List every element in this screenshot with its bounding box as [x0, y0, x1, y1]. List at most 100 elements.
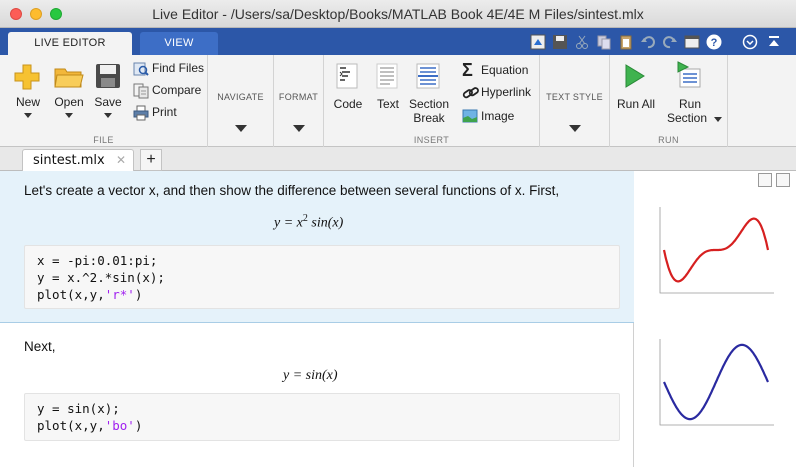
tab-live-editor[interactable]: LIVE EDITOR	[8, 32, 132, 55]
help-icon[interactable]: ?	[706, 34, 722, 50]
run-all-icon	[625, 64, 645, 88]
code-line-suffix: )	[134, 287, 143, 302]
run-section-icon	[677, 61, 701, 88]
switch-windows-icon[interactable]	[684, 34, 700, 50]
plot-1-curve	[662, 217, 770, 283]
ribbon-menu-icon[interactable]	[742, 34, 758, 50]
plot-output-2[interactable]	[648, 331, 778, 431]
new-dropdown-arrow[interactable]	[24, 113, 32, 118]
code-line-text: plot(x,y,	[37, 418, 105, 433]
run-group: Run All Run Section RUN	[610, 55, 728, 147]
format-group[interactable]: FORMAT	[274, 55, 324, 147]
section-1-equation[interactable]: y = x2 sin(x)	[274, 213, 343, 232]
code-line[interactable]: plot(x,y,'r*')	[37, 286, 607, 303]
format-dropdown-arrow[interactable]	[293, 125, 305, 132]
navigate-group[interactable]: NAVIGATE	[208, 55, 274, 147]
file-group-label: FILE	[93, 135, 114, 145]
doc-tab-label: sintest.mlx	[33, 153, 105, 168]
section-1-text[interactable]: Let's create a vector x, and then show t…	[24, 183, 559, 198]
open-folder-icon	[54, 68, 84, 88]
code-line[interactable]: x = -pi:0.01:pi;	[37, 252, 607, 269]
text-style-label: TEXT STYLE	[546, 92, 603, 102]
section-2-text[interactable]: Next,	[24, 339, 56, 354]
run-section-label-2[interactable]: Section	[662, 111, 712, 125]
hyperlink-chain-icon	[462, 87, 479, 99]
paste-icon[interactable]	[618, 34, 634, 50]
section-2-code-block[interactable]: y = sin(x); plot(x,y,'bo')	[24, 393, 620, 441]
live-editor-pane[interactable]: Let's create a vector x, and then show t…	[0, 171, 634, 467]
add-tab-button[interactable]: +	[140, 149, 162, 171]
new-button[interactable]: New	[6, 95, 50, 109]
doc-tab-sintest[interactable]: sintest.mlx ✕	[22, 149, 134, 171]
save-dropdown-arrow[interactable]	[104, 113, 112, 118]
find-files-icon	[133, 62, 149, 76]
text-style-group[interactable]: TEXT STYLE	[540, 55, 610, 147]
code-line[interactable]: y = x.^2.*sin(x);	[37, 269, 607, 286]
ribbon-tab-strip: LIVE EDITOR VIEW ?	[0, 28, 796, 55]
print-button[interactable]: Print	[152, 105, 177, 119]
cut-icon[interactable]	[574, 34, 590, 50]
equation-sigma-icon: Σ	[462, 60, 473, 80]
toolstrip: New Open Save Find Files Compare Print F…	[0, 55, 796, 147]
code-line-text: y = x.^2.*sin(x);	[37, 270, 165, 285]
run-section-label-1[interactable]: Run	[664, 97, 716, 111]
section-1-code-block[interactable]: x = -pi:0.01:pi; y = x.^2.*sin(x); plot(…	[24, 245, 620, 309]
section-1[interactable]: Let's create a vector x, and then show t…	[0, 171, 634, 323]
find-files-button[interactable]: Find Files	[152, 61, 204, 75]
output-right-toggle-icon[interactable]	[776, 173, 790, 187]
insert-image-button[interactable]: Image	[481, 109, 514, 123]
open-button[interactable]: Open	[48, 95, 90, 109]
equation-lhs: y = x	[274, 215, 303, 231]
code-icon	[336, 63, 358, 89]
run-section-dropdown-arrow[interactable]	[714, 117, 722, 122]
redo-icon[interactable]	[662, 34, 678, 50]
save-quick-icon[interactable]	[552, 34, 568, 50]
insert-text-button[interactable]: Text	[368, 97, 408, 111]
close-tab-icon[interactable]: ✕	[116, 153, 126, 167]
code-line-text: plot(x,y,	[37, 287, 105, 302]
code-line[interactable]: plot(x,y,'bo')	[37, 417, 607, 434]
text-icon	[376, 63, 398, 89]
new-icon	[14, 64, 40, 90]
plot-2-curve	[663, 343, 769, 421]
insert-group: Code Text Section Break Σ Equation Hyper…	[324, 55, 540, 147]
file-group: New Open Save Find Files Compare Print F…	[0, 55, 208, 147]
text-style-dropdown-arrow[interactable]	[569, 125, 581, 132]
run-group-label: RUN	[658, 135, 679, 145]
save-disk-icon	[96, 64, 120, 88]
copy-icon[interactable]	[596, 34, 612, 50]
equation-rhs: sin(x)	[307, 215, 344, 231]
svg-text:?: ?	[711, 37, 718, 49]
image-icon	[462, 109, 478, 123]
collapse-ribbon-icon[interactable]	[766, 34, 782, 50]
section-break-icon	[416, 63, 440, 89]
tab-view[interactable]: VIEW	[140, 32, 218, 55]
code-string-literal: 'bo'	[104, 418, 135, 433]
open-dropdown-arrow[interactable]	[65, 113, 73, 118]
insert-code-button[interactable]: Code	[328, 97, 368, 111]
insert-equation-button[interactable]: Equation	[481, 63, 528, 77]
code-line-text: y = sin(x);	[37, 401, 120, 416]
navigate-label: NAVIGATE	[217, 92, 264, 102]
run-all-button[interactable]: Run All	[612, 97, 660, 111]
plot-output-1[interactable]	[648, 199, 778, 299]
code-string-literal: 'r*'	[104, 287, 135, 302]
code-line-suffix: )	[134, 418, 143, 433]
section-break-label-2[interactable]: Break	[406, 111, 452, 125]
save-button[interactable]: Save	[88, 95, 128, 109]
undo-icon[interactable]	[640, 34, 656, 50]
insert-group-label: INSERT	[413, 135, 450, 145]
insert-hyperlink-button[interactable]: Hyperlink	[481, 85, 531, 99]
compare-button[interactable]: Compare	[152, 83, 201, 97]
window-title: Live Editor - /Users/sa/Desktop/Books/MA…	[152, 6, 644, 22]
section-break-label-1[interactable]: Section	[406, 97, 452, 111]
section-2-equation[interactable]: y = sin(x)	[283, 368, 338, 384]
output-inline-toggle-icon[interactable]	[758, 173, 772, 187]
document-tab-bar: sintest.mlx ✕ +	[0, 147, 796, 171]
print-icon	[133, 105, 149, 121]
format-label: FORMAT	[278, 92, 319, 102]
publish-icon[interactable]	[530, 34, 546, 50]
code-line[interactable]: y = sin(x);	[37, 400, 607, 417]
code-line-text: x = -pi:0.01:pi;	[37, 253, 158, 268]
navigate-dropdown-arrow[interactable]	[235, 125, 247, 132]
